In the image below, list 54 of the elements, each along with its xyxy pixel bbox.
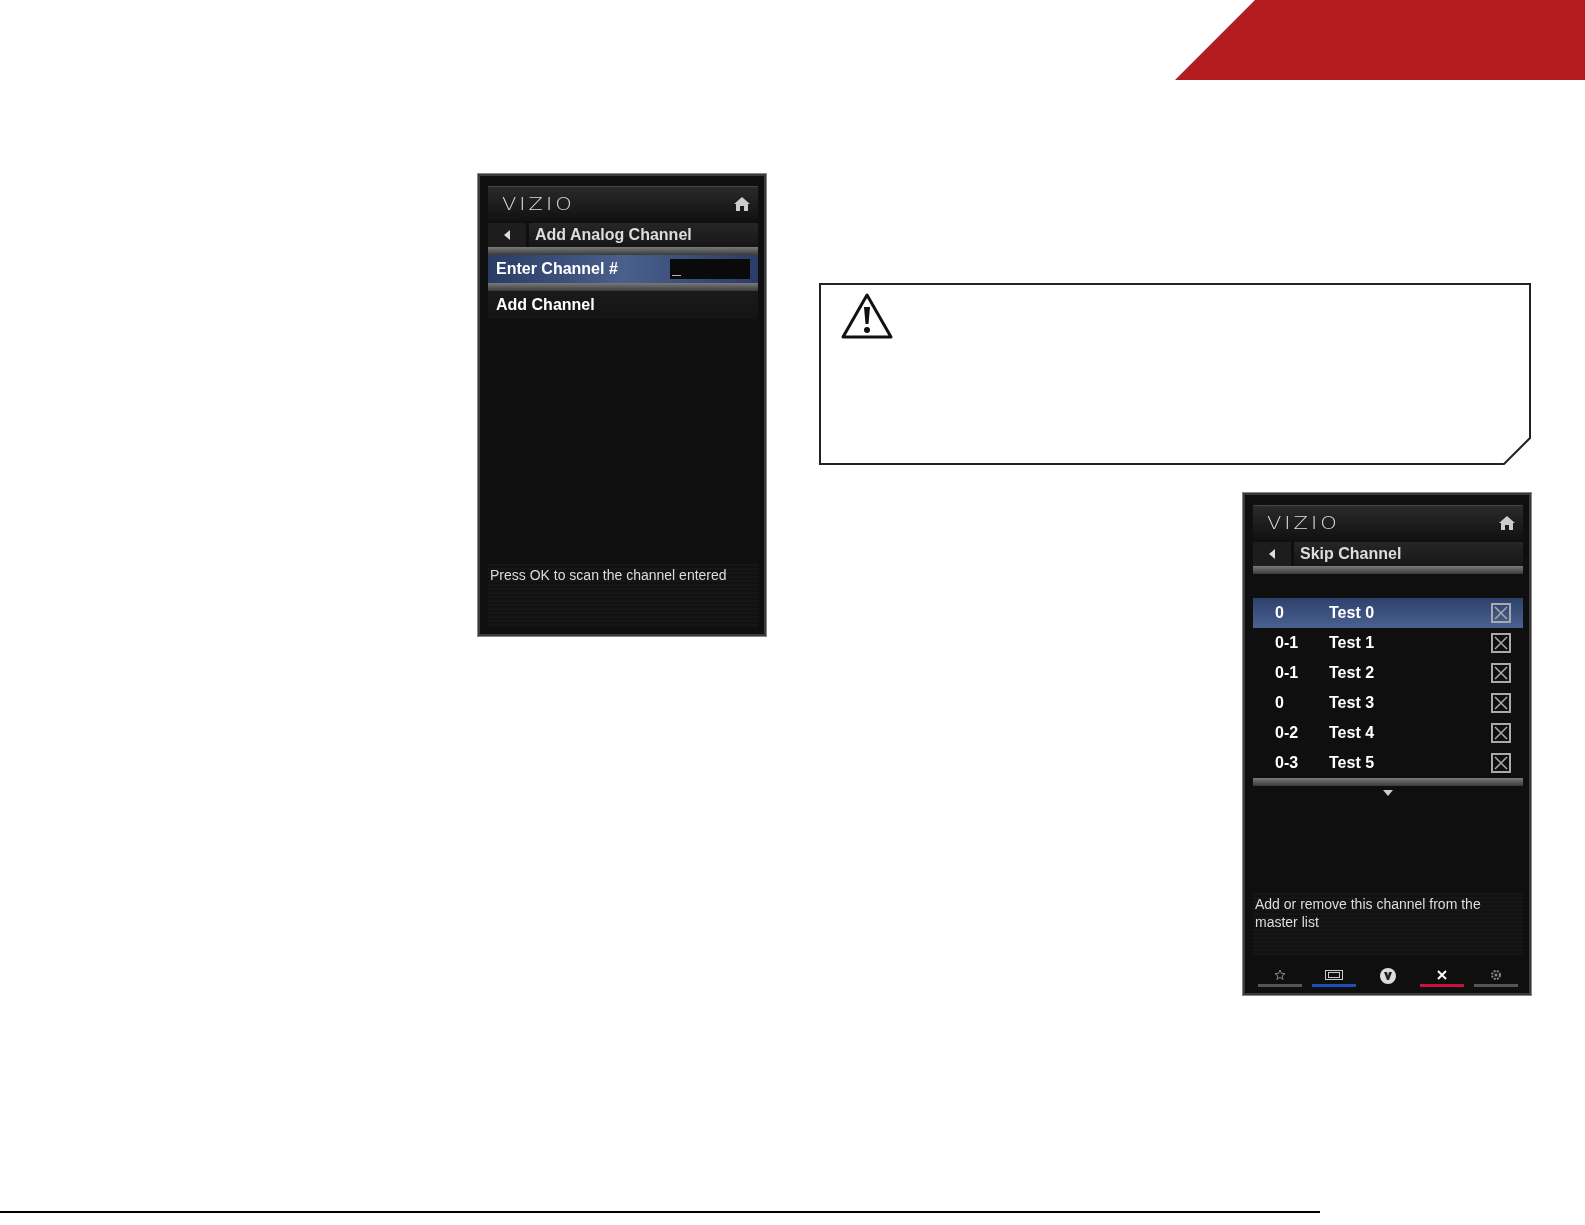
channel-name: Test 3: [1329, 694, 1376, 712]
skip-checkbox[interactable]: [1491, 753, 1511, 773]
back-button[interactable]: [488, 223, 526, 247]
x-mark-icon: [1494, 756, 1508, 770]
back-button[interactable]: [1253, 542, 1291, 566]
back-arrow-icon: [504, 230, 510, 240]
skip-checkbox[interactable]: [1491, 633, 1511, 653]
back-arrow-icon: [1269, 549, 1275, 559]
channel-input-field[interactable]: _: [670, 259, 750, 279]
menu-item-label: Enter Channel #: [496, 260, 618, 278]
menu-item[interactable]: Add Channel: [488, 291, 758, 319]
settings-icon: [1490, 968, 1502, 981]
channel-row[interactable]: 0-1 Test 2: [1253, 658, 1523, 688]
help-text: Press OK to scan the channel entered: [488, 564, 758, 628]
x-mark-icon: [1494, 636, 1508, 650]
help-text: Add or remove this channel from the master list: [1253, 893, 1523, 957]
channel-name: Test 2: [1329, 664, 1376, 682]
channel-row[interactable]: 0-2 Test 4: [1253, 718, 1523, 748]
menu-item-label: Add Channel: [496, 296, 595, 314]
skip-checkbox[interactable]: [1491, 663, 1511, 683]
skip-checkbox[interactable]: [1491, 723, 1511, 743]
x-mark-icon: [1494, 726, 1508, 740]
skip-checkbox[interactable]: [1491, 693, 1511, 713]
skip-checkbox[interactable]: [1491, 603, 1511, 623]
home-icon[interactable]: [734, 197, 750, 211]
channel-number: 0-1: [1275, 634, 1300, 652]
screen-icon: [1325, 969, 1343, 980]
channel-row[interactable]: 0 Test 3: [1253, 688, 1523, 718]
warning-icon: [841, 293, 893, 339]
x-mark-icon: [1494, 696, 1508, 710]
v-logo-icon: [1380, 968, 1396, 984]
channel-number: 0: [1275, 694, 1285, 712]
channel-name: Test 5: [1329, 754, 1376, 772]
brand-logo: VIZIO: [502, 194, 575, 214]
channel-name: Test 4: [1329, 724, 1376, 742]
channel-number: 0-1: [1275, 664, 1300, 682]
channel-number: 0-2: [1275, 724, 1300, 742]
close-icon: [1437, 969, 1447, 980]
channel-row[interactable]: 0 Test 0: [1253, 598, 1523, 628]
menu-item[interactable]: Enter Channel # _: [488, 255, 758, 283]
menu-title: Skip Channel: [1294, 542, 1523, 566]
scroll-down-icon[interactable]: [1383, 790, 1393, 796]
star-icon: [1274, 968, 1286, 981]
x-mark-icon: [1494, 606, 1508, 620]
channel-number: 0-3: [1275, 754, 1300, 772]
channel-name: Test 0: [1329, 604, 1376, 622]
x-mark-icon: [1494, 666, 1508, 680]
brand-logo: VIZIO: [1267, 513, 1340, 533]
menu-title: Add Analog Channel: [529, 223, 758, 247]
channel-row[interactable]: 0-1 Test 1: [1253, 628, 1523, 658]
home-icon[interactable]: [1499, 516, 1515, 530]
channel-number: 0: [1275, 604, 1285, 622]
channel-row[interactable]: 0-3 Test 5: [1253, 748, 1523, 778]
channel-name: Test 1: [1329, 634, 1376, 652]
